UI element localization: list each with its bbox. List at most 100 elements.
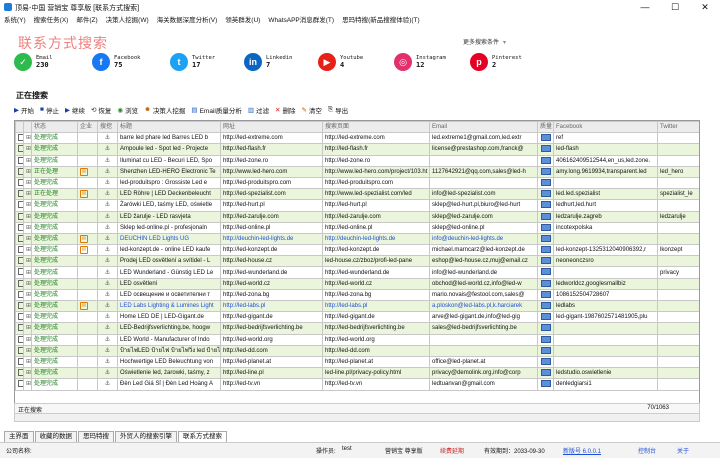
expand-toggle[interactable]: ⊞ bbox=[23, 143, 32, 156]
expand-toggle[interactable]: ⊞ bbox=[23, 344, 32, 357]
cell-email[interactable]: sales@led-bedrijfsverlichting.be bbox=[429, 322, 538, 335]
cell-twitter[interactable] bbox=[657, 277, 699, 290]
row-checkbox[interactable] bbox=[15, 143, 24, 156]
column-header[interactable]: 搜索页面 bbox=[322, 121, 430, 134]
email-quality-icon[interactable] bbox=[537, 188, 554, 201]
cell-facebook[interactable] bbox=[553, 232, 658, 246]
expand-toggle[interactable]: ⊞ bbox=[23, 154, 32, 167]
toolbar-clear-button[interactable]: ✎ 清空 bbox=[301, 105, 321, 115]
cell-url[interactable]: http://www.led-hero.com bbox=[220, 165, 323, 178]
table-row[interactable]: ⊞ 处理完成 ⚓ LED-Bedrijfsverlichting.be, hoogw h… bbox=[15, 322, 699, 335]
row-checkbox[interactable] bbox=[15, 132, 24, 145]
dig-icon[interactable]: ⚓ bbox=[97, 132, 118, 145]
dig-icon[interactable]: ⚓ bbox=[97, 344, 118, 357]
expand-toggle[interactable]: ⊞ bbox=[23, 232, 32, 246]
expand-toggle[interactable]: ⊞ bbox=[23, 221, 32, 234]
minimize-button[interactable]: — bbox=[630, 0, 660, 15]
horizontal-scrollbar[interactable] bbox=[14, 413, 700, 422]
cell-facebook[interactable]: ref bbox=[553, 132, 658, 145]
cell-email[interactable]: eshop@led-house.cz,muj@email.cz bbox=[429, 255, 538, 268]
cell-page[interactable]: http://www.led-hero.com/project/103.ht bbox=[322, 165, 430, 178]
menu-item[interactable]: 思玛特搜(新品搜搜体验)(T) bbox=[338, 15, 424, 27]
bottom-tab[interactable]: 思玛特搜 bbox=[78, 431, 114, 442]
channel-email[interactable]: ✓ Email 230 bbox=[14, 53, 53, 71]
email-quality-icon[interactable] bbox=[537, 277, 554, 290]
dig-icon[interactable]: ⚓ bbox=[97, 322, 118, 335]
cell-twitter[interactable] bbox=[657, 344, 699, 357]
cell-url[interactable]: http://led-world.org bbox=[220, 333, 323, 346]
checkbox[interactable] bbox=[18, 302, 23, 310]
close-button[interactable]: ✕ bbox=[690, 0, 720, 15]
cell-twitter[interactable]: privacy bbox=[657, 266, 699, 279]
expand-toggle[interactable]: ⊞ bbox=[23, 355, 32, 369]
cell-facebook[interactable]: ledzarulje.zagreb bbox=[553, 210, 658, 223]
cell-twitter[interactable] bbox=[657, 132, 699, 145]
cell-email[interactable]: mario.novais@festool.com,sales@ bbox=[429, 288, 538, 302]
menu-item[interactable]: 领英群发(U) bbox=[221, 15, 264, 27]
cell-url[interactable]: http://led-produitspro.com bbox=[220, 176, 323, 190]
cell-url[interactable]: http://led-world.cz bbox=[220, 277, 323, 290]
cell-page[interactable]: http://led-hurt.pl bbox=[322, 199, 430, 212]
table-row[interactable]: ⊞ 处理完成 ✉ ⚓ led-konzept.de - online LED kaufe… bbox=[15, 244, 699, 257]
checkbox[interactable] bbox=[18, 201, 23, 209]
cell-facebook[interactable] bbox=[553, 355, 658, 369]
cell-page[interactable]: http://led-online.pl bbox=[322, 221, 430, 234]
cell-facebook[interactable] bbox=[553, 266, 658, 279]
checkbox[interactable] bbox=[18, 234, 23, 242]
dig-icon[interactable]: ⚓ bbox=[97, 288, 118, 302]
cell-email[interactable]: sklep@led-zarulje.com bbox=[429, 210, 538, 223]
expand-toggle[interactable]: ⊞ bbox=[23, 199, 32, 212]
cell-facebook[interactable] bbox=[553, 344, 658, 357]
row-checkbox[interactable] bbox=[15, 244, 24, 257]
row-checkbox[interactable] bbox=[15, 188, 24, 201]
table-row[interactable]: ⊞ 处理完成 ⚓ LED World - Manufacturer of Indo ht… bbox=[15, 333, 699, 346]
cell-twitter[interactable] bbox=[657, 367, 699, 380]
about-link[interactable]: 关于 bbox=[677, 446, 689, 455]
table-row[interactable]: ⊞ 处理完成 ⚓ Żarówki LED, taśmy LED, oświetle ht… bbox=[15, 199, 699, 212]
checkbox[interactable] bbox=[18, 369, 23, 377]
cell-url[interactable]: http://deuchin-led-lights.de bbox=[220, 232, 323, 246]
cell-page[interactable]: http://led-world.org bbox=[322, 333, 430, 346]
more-conditions-button[interactable]: 更多搜索条件 ▾ bbox=[463, 37, 506, 46]
cell-page[interactable]: http://led-planet.at bbox=[322, 355, 430, 369]
row-checkbox[interactable] bbox=[15, 333, 24, 346]
row-checkbox[interactable] bbox=[15, 199, 24, 212]
cell-url[interactable]: http://led-line.pl bbox=[220, 367, 323, 380]
dig-icon[interactable]: ⚓ bbox=[97, 277, 118, 290]
table-row[interactable]: ⊞ 处理完成 ⚓ Hochwertige LED Beleuchtung von htt… bbox=[15, 355, 699, 369]
cell-facebook[interactable] bbox=[553, 322, 658, 335]
expand-toggle[interactable]: ⊞ bbox=[23, 288, 32, 302]
cell-twitter[interactable]: led_hero bbox=[657, 165, 699, 178]
table-row[interactable]: ⊞ 处理完成 ⚓ Prodej LED osvětlení a svítidel - … bbox=[15, 255, 699, 268]
checkbox[interactable] bbox=[18, 335, 23, 343]
cell-page[interactable]: http://led-tv.vn bbox=[322, 378, 430, 391]
dig-icon[interactable]: ⚓ bbox=[97, 232, 118, 246]
checkbox[interactable] bbox=[18, 268, 23, 276]
cell-twitter[interactable] bbox=[657, 288, 699, 302]
cell-twitter[interactable] bbox=[657, 333, 699, 346]
expand-toggle[interactable]: ⊞ bbox=[23, 165, 32, 178]
cell-page[interactable]: http://led-extreme.com bbox=[322, 132, 430, 145]
cell-page[interactable]: http://led-konzept.de bbox=[322, 244, 430, 257]
email-quality-icon[interactable] bbox=[537, 244, 554, 257]
row-checkbox[interactable] bbox=[15, 176, 24, 190]
cell-facebook[interactable]: incotexpolska bbox=[553, 221, 658, 234]
expand-toggle[interactable]: ⊞ bbox=[23, 322, 32, 335]
column-header[interactable]: Email bbox=[429, 121, 538, 134]
cell-twitter[interactable]: lkonzept bbox=[657, 244, 699, 257]
toolbar-stop-button[interactable]: ■ 停止 bbox=[40, 105, 59, 115]
dig-icon[interactable]: ⚓ bbox=[97, 333, 118, 346]
expand-toggle[interactable]: ⊞ bbox=[23, 132, 32, 145]
bottom-tab[interactable]: 收藏的数据 bbox=[34, 431, 77, 442]
cell-url[interactable]: http://led-hurt.pl bbox=[220, 199, 323, 212]
checkbox[interactable] bbox=[18, 156, 23, 164]
checkbox[interactable] bbox=[18, 324, 23, 332]
row-checkbox[interactable] bbox=[15, 266, 24, 279]
cell-url[interactable]: http://led-online.pl bbox=[220, 221, 323, 234]
cell-email[interactable] bbox=[429, 333, 538, 346]
cell-facebook[interactable]: ledlabs bbox=[553, 299, 658, 313]
renew-link[interactable]: 续费延期 bbox=[440, 446, 464, 455]
row-checkbox[interactable] bbox=[15, 255, 24, 268]
cell-facebook[interactable]: ledhurt,led.hurt bbox=[553, 199, 658, 212]
cell-page[interactable]: http://led-zone.ro bbox=[322, 154, 430, 167]
